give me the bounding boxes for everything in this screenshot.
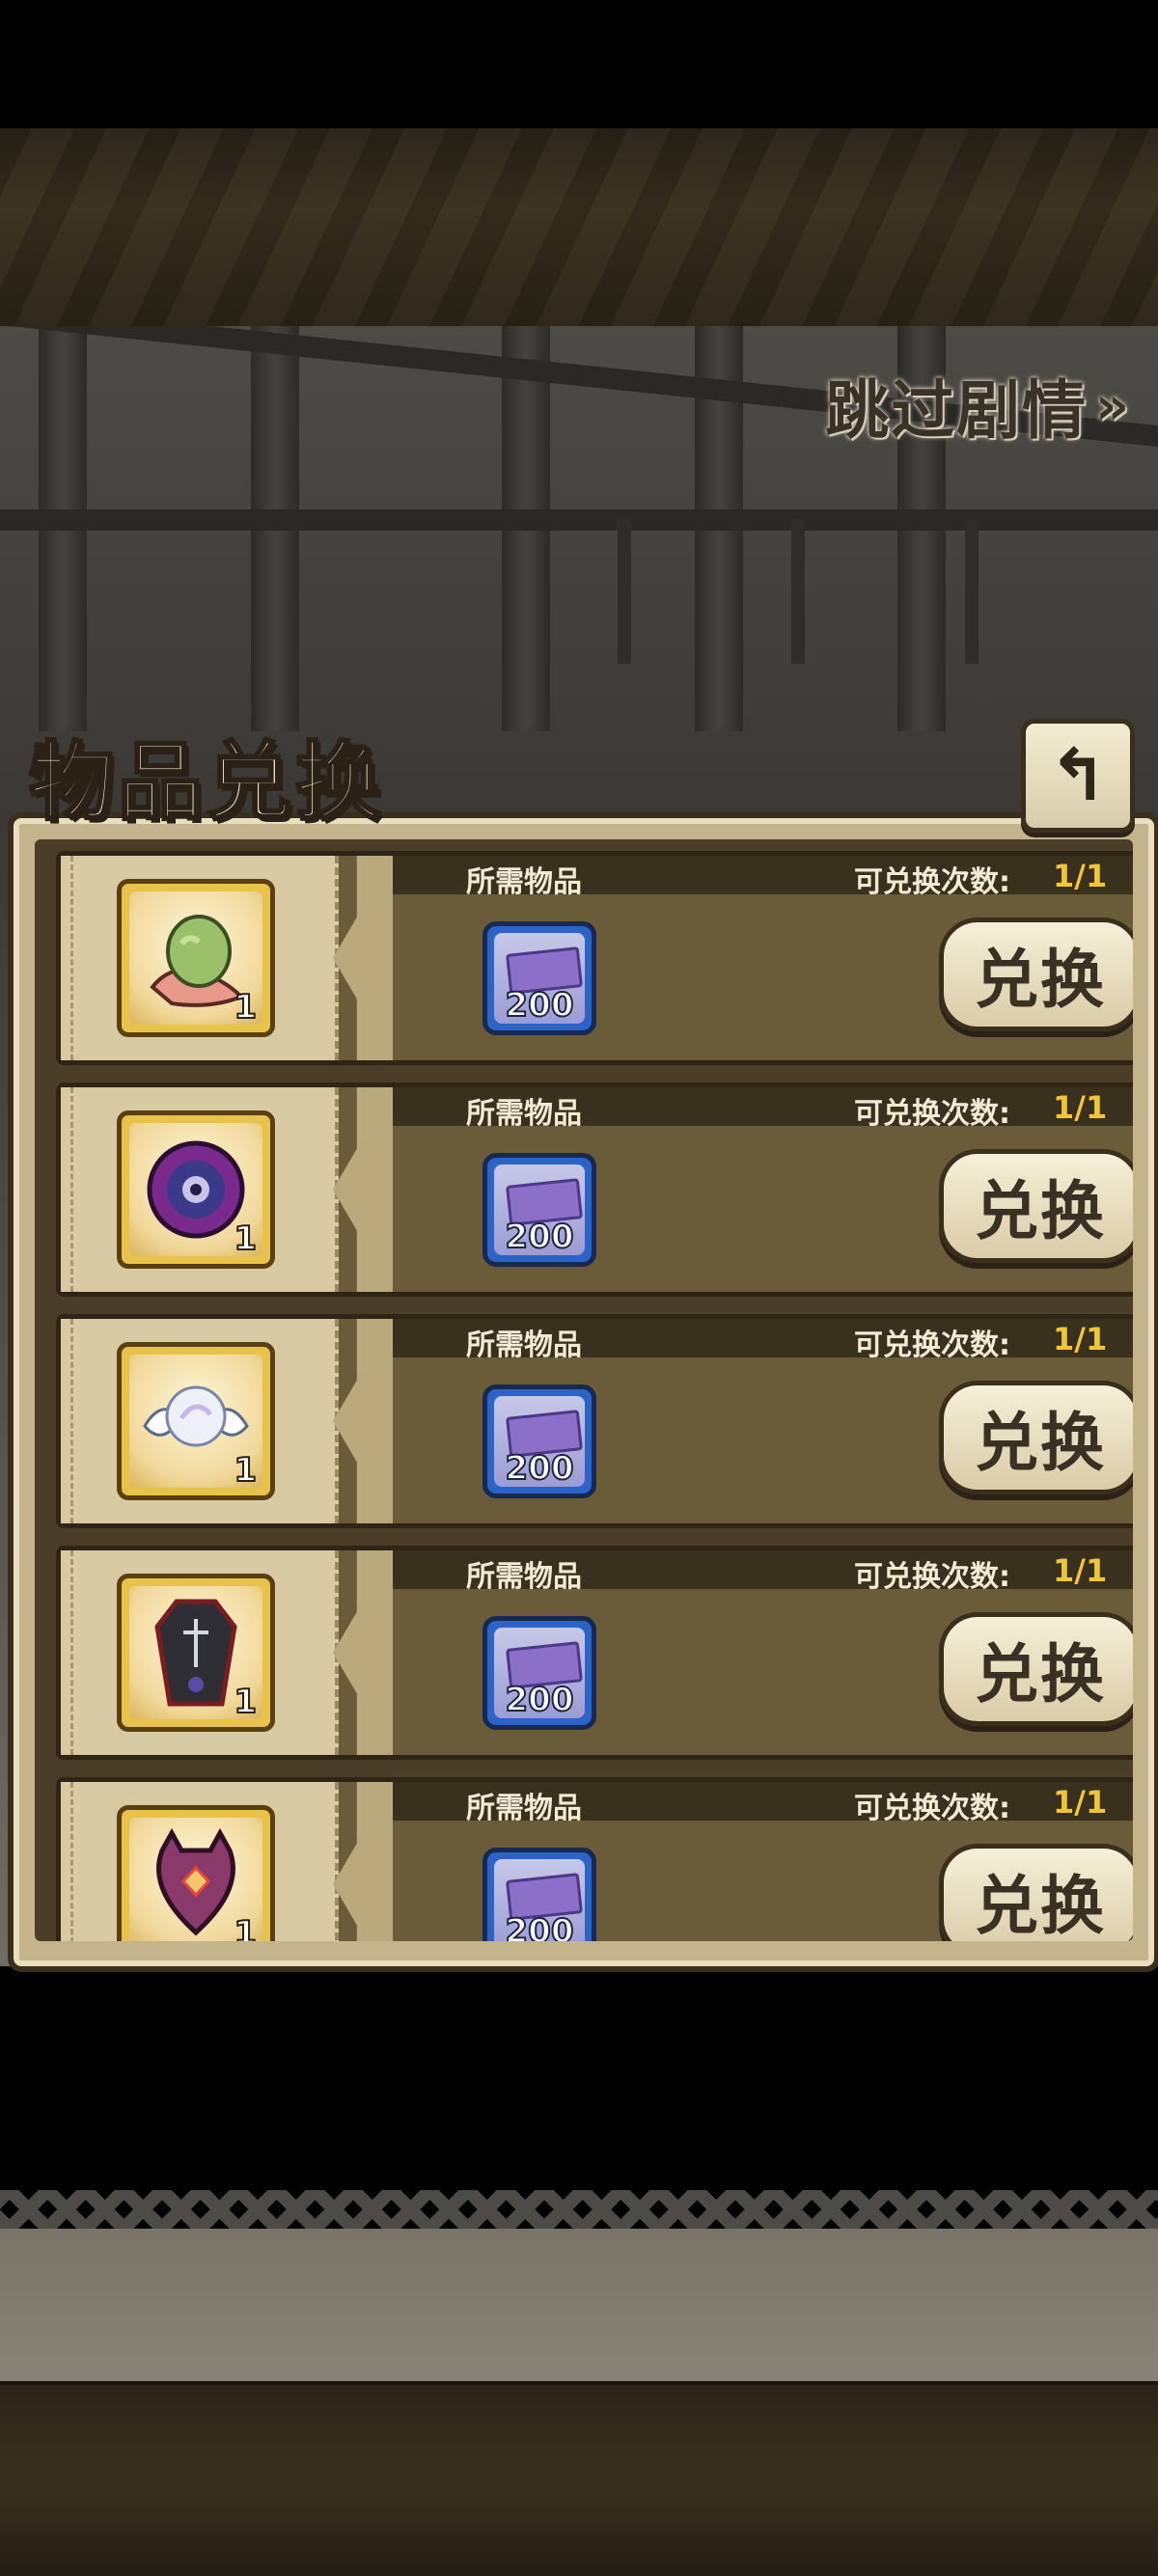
exchange-row: 1 所需物品 可兑换次数: 1/1 200 兑换: [56, 1314, 1133, 1528]
exchange-row: 1 所需物品 可兑换次数: 1/1 200 兑换: [56, 1546, 1133, 1760]
exchange-count-value: 1/1: [1053, 858, 1108, 894]
exchange-count-label: 可兑换次数:: [854, 1560, 1010, 1594]
exchange-panel: 1 所需物品 可兑换次数: 1/1 200 兑换 1 所需物品 可兑换次数: 1…: [8, 812, 1158, 1972]
required-items-label: 所需物品: [466, 1792, 582, 1825]
ticket-cost-item[interactable]: 200: [482, 1153, 596, 1267]
arrow-left-decoration: [333, 1319, 393, 1523]
item-quantity: 1: [233, 1219, 258, 1259]
ticket-cost-item[interactable]: 200: [482, 1616, 596, 1730]
zigzag-border: [0, 2190, 1158, 2229]
scene-rail-post: [618, 519, 631, 664]
scene-rail-post: [791, 519, 805, 664]
reward-item[interactable]: 1: [117, 1574, 275, 1732]
skip-story-button[interactable]: 跳过剧情 »: [825, 359, 1131, 452]
ticket-cost-item[interactable]: 200: [482, 921, 596, 1035]
exchange-count-value: 1/1: [1053, 1552, 1108, 1589]
arrow-left-decoration: [333, 856, 393, 1060]
exchange-count-label: 可兑换次数:: [854, 1329, 1010, 1362]
reward-item[interactable]: 1: [117, 1110, 275, 1269]
ticket-cost-item[interactable]: 200: [482, 1384, 596, 1498]
exchange-button[interactable]: 兑换: [939, 1381, 1133, 1494]
exchange-row: 1 所需物品 可兑换次数: 1/1 200 兑换: [56, 851, 1133, 1065]
cost-amount: 200: [505, 1911, 575, 1941]
scene-railing: [0, 509, 1158, 531]
bottom-banner: [0, 2381, 1158, 2576]
exchange-row: 1 所需物品 可兑换次数: 1/1 200 兑换: [56, 1082, 1133, 1297]
skip-story-label: 跳过剧情: [825, 373, 1089, 448]
item-quantity: 1: [233, 1682, 258, 1722]
exchange-button[interactable]: 兑换: [939, 918, 1133, 1031]
exchange-button-label: 兑换: [975, 1406, 1106, 1480]
item-quantity: 1: [233, 987, 258, 1028]
game-screen: 跳过剧情 » 物品兑换 ↰ 1 所需物品 可兑换次数: 1/1 200 兑换 1…: [0, 0, 1158, 2576]
arrow-left-decoration: [333, 1782, 393, 1941]
exchange-list-viewport[interactable]: 1 所需物品 可兑换次数: 1/1 200 兑换 1 所需物品 可兑换次数: 1…: [35, 839, 1133, 1941]
item-quantity: 1: [233, 1450, 258, 1491]
arrow-left-decoration: [333, 1087, 393, 1292]
exchange-button[interactable]: 兑换: [939, 1612, 1133, 1726]
exchange-list: 1 所需物品 可兑换次数: 1/1 200 兑换 1 所需物品 可兑换次数: 1…: [56, 851, 1133, 1941]
cost-amount: 200: [505, 1448, 575, 1489]
reward-item[interactable]: 1: [117, 879, 275, 1037]
exchange-button-label: 兑换: [975, 1174, 1106, 1248]
exchange-count-label: 可兑换次数:: [854, 865, 1010, 899]
required-items-label: 所需物品: [466, 865, 582, 899]
bottom-band: [0, 2229, 1158, 2383]
cost-amount: 200: [505, 1217, 575, 1257]
required-items-label: 所需物品: [466, 1329, 582, 1362]
cost-amount: 200: [505, 1680, 575, 1720]
exchange-button[interactable]: 兑换: [939, 1149, 1133, 1263]
ticket-cost-item[interactable]: 200: [482, 1848, 596, 1941]
exchange-count-label: 可兑换次数:: [854, 1792, 1010, 1825]
panel-title: 物品兑换: [27, 731, 385, 834]
exchange-count-value: 1/1: [1053, 1784, 1108, 1821]
exchange-button-label: 兑换: [975, 1869, 1106, 1941]
exchange-button-label: 兑换: [975, 943, 1106, 1017]
reward-item[interactable]: 1: [117, 1805, 275, 1941]
required-items-label: 所需物品: [466, 1560, 582, 1594]
exchange-button-label: 兑换: [975, 1637, 1106, 1712]
required-items-label: 所需物品: [466, 1097, 582, 1131]
exchange-count-value: 1/1: [1053, 1089, 1108, 1126]
exchange-row: 1 所需物品 可兑换次数: 1/1 200 兑换: [56, 1777, 1133, 1941]
back-button[interactable]: ↰: [1021, 719, 1135, 833]
double-chevron-right-icon: »: [1095, 374, 1131, 436]
item-quantity: 1: [233, 1913, 258, 1941]
exchange-button[interactable]: 兑换: [939, 1844, 1133, 1941]
top-banner: [0, 128, 1158, 330]
return-arrow-icon: ↰: [1047, 734, 1108, 817]
exchange-count-label: 可兑换次数:: [854, 1097, 1010, 1131]
exchange-count-value: 1/1: [1053, 1321, 1108, 1357]
arrow-left-decoration: [333, 1550, 393, 1755]
reward-item[interactable]: 1: [117, 1342, 275, 1500]
scene-rail-post: [965, 519, 979, 664]
cost-amount: 200: [505, 985, 575, 1026]
